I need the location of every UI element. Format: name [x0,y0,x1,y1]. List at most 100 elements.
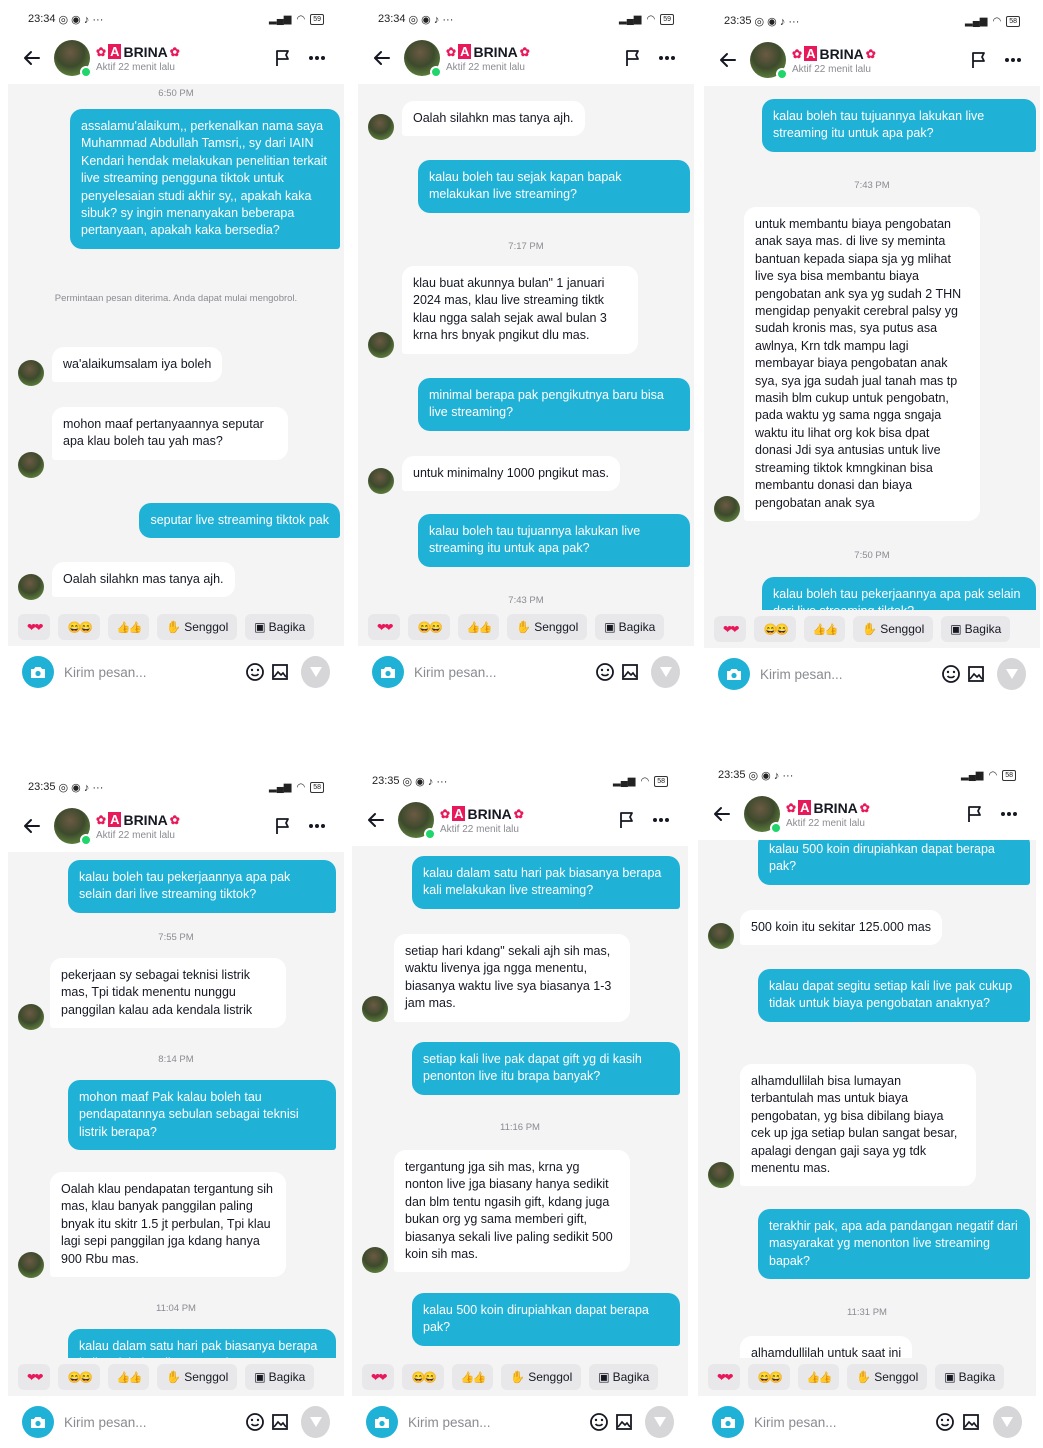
outgoing-message[interactable]: terakhir pak, apa ada pandangan negatif … [758,1209,1030,1280]
outgoing-message[interactable]: kalau dalam satu hari pak biasanya berap… [412,856,680,909]
send-button[interactable] [301,656,331,688]
quick-reply-smiles[interactable]: 😄😄 [402,1364,444,1390]
more-options-icon[interactable] [302,43,332,73]
outgoing-message[interactable]: assalamu'alaikum,, perkenalkan nama saya… [70,109,340,249]
outgoing-message[interactable]: kalau dapat segitu setiap kali live pak … [758,969,1030,1022]
outgoing-message[interactable]: kalau 500 koin dirupiahkan dapat berapa … [758,840,1030,885]
emoji-icon[interactable] [933,1409,957,1435]
quick-reply-senggol[interactable]: ✋ Senggol [847,1364,928,1390]
incoming-message[interactable]: mohon maaf pertanyaannya seputar apa kla… [52,407,288,460]
report-flag-icon[interactable] [268,811,298,841]
quick-reply-smiles[interactable]: 😄😄 [754,616,796,642]
incoming-message[interactable]: pekerjaan sy sebagai teknisi listrik mas… [50,958,286,1029]
message-input[interactable] [760,666,937,682]
outgoing-message[interactable]: minimal berapa pak pengikutnya baru bisa… [418,378,690,431]
send-button[interactable] [651,656,681,688]
emoji-icon[interactable] [243,1409,266,1435]
quick-reply-share[interactable]: ▣ Bagika [935,1364,1005,1390]
send-button[interactable] [645,1406,675,1438]
back-arrow-icon[interactable] [370,46,394,70]
back-arrow-icon[interactable] [20,814,44,838]
quick-reply-thumbs[interactable]: 👍👍 [107,1364,150,1390]
contact-name[interactable]: ✿ A BRINA ✿ [96,812,264,828]
more-options-icon[interactable] [302,811,332,841]
message-input[interactable] [754,1414,931,1430]
outgoing-message[interactable]: kalau boleh tau pekerjaannya apa pak sel… [68,860,336,913]
message-input[interactable] [64,1414,241,1430]
send-button[interactable] [301,1406,331,1438]
quick-reply-thumbs[interactable]: 👍👍 [457,614,500,640]
more-options-icon[interactable] [994,799,1024,829]
back-arrow-icon[interactable] [364,808,388,832]
quick-reply-hearts[interactable]: ❤❤ [714,616,747,642]
report-flag-icon[interactable] [960,799,990,829]
quick-reply-smiles[interactable]: 😄😄 [58,1364,100,1390]
camera-button[interactable] [22,656,54,688]
incoming-message[interactable]: alhamdullilah bisa lumayan terbantulah m… [740,1064,976,1187]
incoming-message[interactable]: Oalah silahkn mas tanya ajh. [52,562,235,598]
emoji-icon[interactable] [939,661,962,687]
more-options-icon[interactable] [998,45,1028,75]
contact-name[interactable]: ✿ A BRINA ✿ [792,46,960,62]
report-flag-icon[interactable] [618,43,648,73]
contact-avatar[interactable] [398,802,436,840]
incoming-message[interactable]: klau buat akunnya bulan" 1 januari 2024 … [402,266,638,354]
message-input[interactable] [408,1414,585,1430]
quick-reply-thumbs[interactable]: 👍👍 [797,1364,840,1390]
quick-reply-hearts[interactable]: ❤❤ [368,614,401,640]
emoji-icon[interactable] [587,1409,610,1435]
incoming-message[interactable]: untuk membantu biaya pengobatan anak say… [744,207,980,521]
quick-reply-senggol[interactable]: ✋ Senggol [501,1364,582,1390]
image-icon[interactable] [959,1409,983,1435]
report-flag-icon[interactable] [964,45,994,75]
incoming-message[interactable]: 500 koin itu sekitar 125.000 mas [740,910,942,946]
image-icon[interactable] [268,1409,291,1435]
incoming-message[interactable]: untuk minimalny 1000 pngikut mas. [402,456,620,492]
outgoing-message[interactable]: kalau 500 koin dirupiahkan dapat berapa … [412,1293,680,1346]
quick-reply-share[interactable]: ▣ Bagika [589,1364,659,1390]
incoming-message[interactable]: alhamdullilah untuk saat ini [740,1336,913,1358]
contact-name[interactable]: ✿ A BRINA ✿ [446,44,614,60]
contact-avatar[interactable] [404,40,442,78]
report-flag-icon[interactable] [612,805,642,835]
more-options-icon[interactable] [646,805,676,835]
more-options-icon[interactable] [652,43,682,73]
contact-avatar[interactable] [744,796,782,834]
emoji-icon[interactable] [593,659,616,685]
message-input[interactable] [414,664,591,680]
emoji-icon[interactable] [243,659,266,685]
back-arrow-icon[interactable] [20,46,44,70]
contact-avatar[interactable] [750,42,788,80]
quick-reply-thumbs[interactable]: 👍👍 [451,1364,494,1390]
quick-reply-senggol[interactable]: ✋ Senggol [157,1364,238,1390]
quick-reply-smiles[interactable]: 😄😄 [408,614,450,640]
message-list[interactable]: kalau 500 koin dirupiahkan dapat berapa … [698,840,1036,1358]
quick-reply-hearts[interactable]: ❤❤ [362,1364,395,1390]
contact-avatar[interactable] [54,40,92,78]
outgoing-message[interactable]: kalau boleh tau sejak kapan bapak melaku… [418,160,690,213]
outgoing-message[interactable]: kalau boleh tau tujuannya lakukan live s… [418,514,690,567]
quick-reply-senggol[interactable]: ✋ Senggol [853,616,934,642]
message-list[interactable]: kalau boleh tau tujuannya lakukan live s… [704,86,1040,610]
message-list[interactable]: Oalah silahkn mas tanya ajh. kalau boleh… [358,84,694,608]
camera-button[interactable] [718,658,750,690]
quick-reply-hearts[interactable]: ❤❤ [18,1364,51,1390]
camera-button[interactable] [372,656,404,688]
quick-reply-share[interactable]: ▣ Bagika [595,614,665,640]
image-icon[interactable] [964,661,987,687]
outgoing-message[interactable]: seputar live streaming tiktok pak [139,503,340,539]
back-arrow-icon[interactable] [710,802,734,826]
send-button[interactable] [997,658,1027,690]
message-list[interactable]: 6:50 PM assalamu'alaikum,, perkenalkan n… [8,84,344,608]
quick-reply-senggol[interactable]: ✋ Senggol [157,614,238,640]
incoming-message[interactable]: Oalah silahkn mas tanya ajh. [402,101,585,137]
quick-reply-hearts[interactable]: ❤❤ [708,1364,741,1390]
quick-reply-hearts[interactable]: ❤❤ [18,614,51,640]
camera-button[interactable] [366,1406,398,1438]
report-flag-icon[interactable] [268,43,298,73]
camera-button[interactable] [22,1406,54,1438]
message-input[interactable] [64,664,241,680]
incoming-message[interactable]: wa'alaikumsalam iya boleh [52,347,223,383]
send-button[interactable] [992,1406,1022,1438]
quick-reply-thumbs[interactable]: 👍👍 [107,614,150,640]
